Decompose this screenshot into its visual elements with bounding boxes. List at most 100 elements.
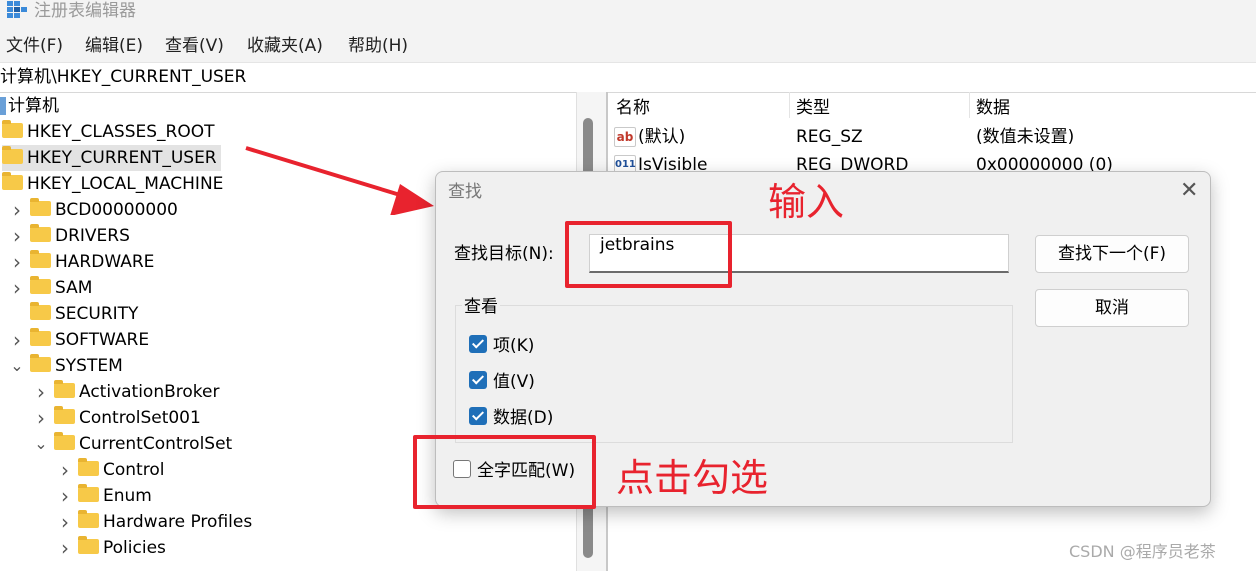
chevron-right-icon[interactable]: › (10, 223, 24, 249)
folder-icon (54, 405, 75, 424)
folder-icon (78, 483, 99, 502)
string-value-icon: ab (614, 127, 636, 147)
folder-icon (30, 275, 51, 294)
tree-item[interactable]: › Enum (58, 483, 152, 509)
tree-item-label: SECURITY (55, 304, 139, 324)
folder-icon (54, 379, 75, 398)
option-label: 值(V) (493, 372, 535, 392)
tree-item[interactable]: › Hardware Profiles (58, 509, 252, 535)
tree-root-computer[interactable]: 计算机 (0, 93, 59, 119)
tree-item-label: SYSTEM (55, 356, 123, 376)
value-name: (默认) (638, 127, 686, 147)
tree-item-label: HARDWARE (55, 252, 155, 272)
option-data-checkbox[interactable]: 数据(D) (469, 406, 553, 430)
value-row-default[interactable]: ab (默认) (614, 125, 685, 149)
folder-icon (30, 327, 51, 346)
tree-item[interactable]: › ActivationBroker (34, 379, 219, 405)
checkbox-checked-icon (469, 371, 487, 389)
tree-item[interactable]: ⌄ CurrentControlSet (34, 431, 232, 457)
close-icon[interactable]: ✕ (1180, 178, 1198, 204)
chevron-right-icon[interactable]: › (10, 327, 24, 353)
checkbox-checked-icon (469, 335, 487, 353)
find-target-label: 查找目标(N): (454, 244, 554, 264)
option-values-checkbox[interactable]: 值(V) (469, 370, 535, 394)
tree-item[interactable]: › Policies (58, 535, 166, 561)
tree-item[interactable]: HKEY_CLASSES_ROOT (2, 119, 215, 145)
chevron-right-icon[interactable]: › (10, 197, 24, 223)
menu-bar: 文件(F) 编辑(E) 查看(V) 收藏夹(A) 帮助(H) (0, 30, 1256, 62)
tree-item-label: BCD00000000 (55, 200, 178, 220)
tree-item-label: SOFTWARE (55, 330, 150, 350)
option-keys-checkbox[interactable]: 项(K) (469, 334, 534, 358)
tree-item-label: Hardware Profiles (103, 512, 253, 532)
column-header-data[interactable]: 数据 (976, 96, 1010, 120)
app-title: 注册表编辑器 (34, 1, 136, 21)
value-type: REG_SZ (796, 127, 863, 147)
folder-icon (2, 171, 23, 190)
tree-item-label: CurrentControlSet (79, 434, 233, 454)
cancel-button[interactable]: 取消 (1035, 289, 1189, 327)
chevron-right-icon[interactable]: › (10, 249, 24, 275)
menu-view[interactable]: 查看(V) (165, 34, 224, 58)
folder-icon (30, 353, 51, 372)
tree-item-label: ActivationBroker (79, 382, 220, 402)
menu-edit[interactable]: 编辑(E) (85, 34, 143, 58)
chevron-right-icon[interactable]: › (58, 509, 72, 535)
option-label: 数据(D) (493, 408, 554, 428)
tree-item[interactable]: HKEY_LOCAL_MACHINE (2, 171, 223, 197)
folder-icon (2, 145, 23, 164)
menu-help[interactable]: 帮助(H) (348, 34, 408, 58)
tree-item-label: ControlSet001 (79, 408, 201, 428)
chevron-right-icon[interactable]: › (58, 483, 72, 509)
address-bar[interactable]: 计算机\HKEY_CURRENT_USER (0, 62, 1256, 93)
dialog-title: 查找 (448, 182, 482, 202)
folder-icon (54, 431, 75, 450)
column-header-type[interactable]: 类型 (796, 96, 830, 120)
menu-favorites[interactable]: 收藏夹(A) (247, 34, 323, 58)
folder-icon (78, 535, 99, 554)
column-divider (789, 92, 790, 118)
chevron-right-icon[interactable]: › (58, 457, 72, 483)
tree-item-label: DRIVERS (55, 226, 130, 246)
menu-file[interactable]: 文件(F) (6, 34, 63, 58)
computer-icon (0, 97, 6, 115)
tree-item[interactable]: › HARDWARE (10, 249, 154, 275)
folder-icon (78, 457, 99, 476)
folder-icon (30, 197, 51, 216)
chevron-right-icon[interactable]: › (34, 379, 48, 405)
value-data: (数值未设置) (976, 127, 1075, 147)
column-divider (969, 92, 970, 118)
tree-item-label: HKEY_LOCAL_MACHINE (27, 174, 224, 194)
find-next-button[interactable]: 查找下一个(F) (1035, 235, 1189, 273)
folder-icon (30, 223, 51, 242)
red-arrow-annotation (245, 146, 434, 215)
column-header-name[interactable]: 名称 (616, 96, 650, 120)
checkbox-highlight-box (413, 435, 596, 509)
tree-item[interactable]: › SOFTWARE (10, 327, 149, 353)
folder-icon (30, 249, 51, 268)
tree-item[interactable]: › Control (58, 457, 164, 483)
tree-item[interactable]: › ControlSet001 (34, 405, 201, 431)
tree-item[interactable]: ⌄ SYSTEM (10, 353, 123, 379)
tree-item[interactable]: › DRIVERS (10, 223, 130, 249)
address-path[interactable]: 计算机\HKEY_CURRENT_USER (0, 65, 246, 89)
tree-item-label: HKEY_CLASSES_ROOT (27, 122, 215, 142)
tree-item[interactable]: › SAM (10, 275, 92, 301)
checkbox-checked-icon (469, 407, 487, 425)
chevron-right-icon[interactable]: › (58, 535, 72, 561)
option-label: 项(K) (493, 336, 535, 356)
tree-item-label: SAM (55, 278, 93, 298)
folder-icon (78, 509, 99, 528)
folder-icon (30, 301, 51, 320)
chevron-down-icon[interactable]: ⌄ (34, 431, 48, 457)
tree-item[interactable]: HKEY_CURRENT_USER (2, 145, 221, 171)
tree-item[interactable]: SECURITY (10, 301, 138, 327)
tree-item-label: HKEY_CURRENT_USER (27, 148, 217, 168)
chevron-right-icon[interactable]: › (10, 275, 24, 301)
chevron-down-icon[interactable]: ⌄ (10, 353, 24, 379)
tree-item[interactable]: › BCD00000000 (10, 197, 178, 223)
chevron-right-icon[interactable]: › (34, 405, 48, 431)
tree-root-label: 计算机 (8, 96, 59, 116)
tree-item-label: Control (103, 460, 165, 480)
annotation-input: 输入 (768, 180, 845, 224)
